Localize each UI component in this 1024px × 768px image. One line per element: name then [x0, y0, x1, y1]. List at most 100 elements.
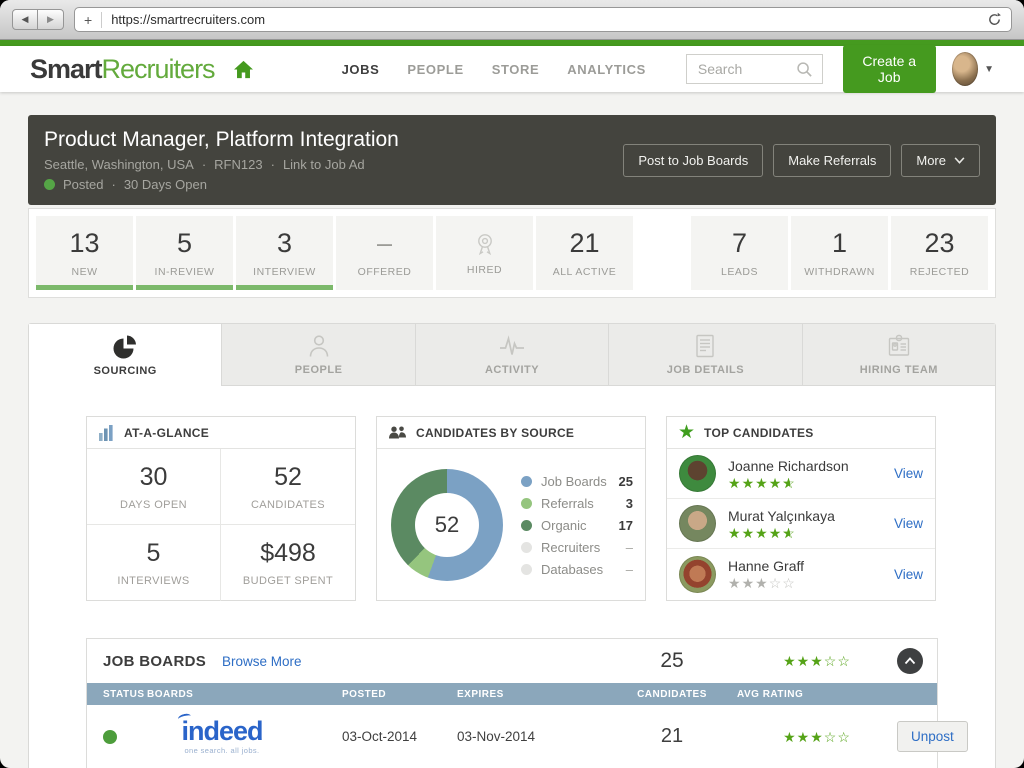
legend-job-boards: Job Boards 25 — [521, 474, 633, 489]
back-button[interactable]: ◀ — [12, 9, 38, 30]
forward-button[interactable]: ▶ — [38, 9, 64, 30]
at-a-glance-grid: 30 DAYS OPEN 52 CANDIDATES 5 INTERVIEWS — [87, 449, 355, 601]
candidates-by-source-card: CANDIDATES BY SOURCE 52 Job Boards 25 — [376, 416, 646, 601]
post-to-job-boards-button[interactable]: Post to Job Boards — [623, 144, 763, 177]
user-menu-caret-icon[interactable]: ▼ — [984, 64, 994, 75]
tab-sourcing[interactable]: SOURCING — [29, 324, 222, 386]
legend-recruiters: Recruiters – — [521, 540, 633, 555]
view-candidate-link[interactable]: View — [894, 516, 923, 531]
more-label: More — [916, 153, 946, 168]
legend-value: 25 — [619, 474, 633, 489]
stat-in-review[interactable]: 5 IN-REVIEW — [136, 216, 233, 290]
search-input[interactable] — [696, 60, 796, 78]
activity-pulse-icon — [499, 333, 525, 359]
stat-all-active[interactable]: 21 ALL ACTIVE — [536, 216, 633, 290]
summary-cards-row: AT-A-GLANCE 30 DAYS OPEN 52 CANDIDATES — [86, 416, 938, 601]
job-boards-title: JOB BOARDS — [103, 653, 206, 670]
stat-label: LEADS — [721, 266, 758, 278]
tab-people[interactable]: PEOPLE — [222, 324, 415, 386]
column-status: STATUS — [87, 689, 147, 700]
home-icon[interactable] — [233, 60, 254, 79]
glance-budget-spent: $498 BUDGET SPENT — [221, 525, 355, 601]
candidate-name[interactable]: Murat Yalçınkaya — [728, 508, 835, 524]
indeed-wordmark: indeed — [181, 718, 262, 745]
stat-leads[interactable]: 7 LEADS — [691, 216, 788, 290]
id-badge-icon — [886, 333, 912, 359]
menu-item-people[interactable]: PEOPLE — [407, 62, 463, 77]
job-status-line: Posted · 30 Days Open — [44, 177, 399, 192]
donut-total-value: 52 — [435, 512, 459, 538]
more-button[interactable]: More — [901, 144, 980, 177]
search-box[interactable] — [686, 54, 823, 84]
tab-job-details[interactable]: JOB DETAILS — [609, 324, 802, 386]
separator: · — [111, 177, 115, 192]
legend-name: Organic — [541, 518, 587, 533]
stat-rejected[interactable]: 23 REJECTED — [891, 216, 988, 290]
top-navigation: SmartRecruiters JOBS PEOPLE STORE ANALYT… — [0, 46, 1024, 92]
smartrecruiters-logo[interactable]: SmartRecruiters — [30, 54, 215, 85]
sourcing-tab-content: AT-A-GLANCE 30 DAYS OPEN 52 CANDIDATES — [29, 386, 995, 768]
candidate-avatar[interactable] — [679, 505, 716, 542]
stat-new[interactable]: 13 NEW — [36, 216, 133, 290]
candidate-avatar[interactable] — [679, 556, 716, 593]
make-referrals-button[interactable]: Make Referrals — [773, 144, 891, 177]
candidate-name[interactable]: Joanne Richardson — [728, 458, 849, 474]
candidate-name[interactable]: Hanne Graff — [728, 558, 804, 574]
browse-more-link[interactable]: Browse More — [222, 654, 302, 669]
indeed-logo[interactable]: indeed one search. all jobs. — [147, 718, 297, 755]
source-donut-chart: 52 — [391, 469, 503, 581]
stat-label: OFFERED — [358, 266, 412, 278]
glance-label: BUDGET SPENT — [243, 575, 333, 587]
job-tabs-card: SOURCING PEOPLE ACTIVITY JOB DETAILS HIR… — [28, 323, 996, 768]
stat-interview[interactable]: 3 INTERVIEW — [236, 216, 333, 290]
collapse-button[interactable] — [897, 648, 923, 674]
source-legend: Job Boards 25 Referrals 3 — [521, 474, 633, 577]
menu-item-jobs[interactable]: JOBS — [342, 62, 380, 77]
person-icon — [306, 333, 332, 359]
stat-value: 3 — [277, 228, 292, 259]
job-boards-table-header: STATUS BOARDS POSTED EXPIRES CANDIDATES … — [87, 683, 937, 705]
reload-icon[interactable] — [987, 12, 1002, 27]
candidate-avatar[interactable] — [679, 455, 716, 492]
create-a-job-button[interactable]: Create a Job — [843, 45, 936, 93]
tab-activity[interactable]: ACTIVITY — [416, 324, 609, 386]
browser-nav-buttons: ◀ ▶ — [12, 9, 64, 30]
stat-hired[interactable]: HIRED — [436, 216, 533, 290]
column-avg-rating: AVG RATING — [737, 689, 897, 700]
medal-icon — [472, 230, 498, 257]
glance-value: $498 — [260, 539, 316, 568]
job-ad-link[interactable]: Link to Job Ad — [283, 157, 365, 172]
stat-label: WITHDRAWN — [804, 266, 875, 278]
unpost-button[interactable]: Unpost — [897, 721, 968, 752]
new-tab-button[interactable]: + — [84, 12, 102, 28]
address-bar[interactable]: + https://smartrecruiters.com — [74, 7, 1012, 32]
main-menu: JOBS PEOPLE STORE ANALYTICS — [342, 62, 646, 77]
url-text[interactable]: https://smartrecruiters.com — [111, 12, 987, 27]
bar-chart-icon — [98, 424, 115, 441]
stat-label: NEW — [72, 266, 98, 278]
glance-value: 5 — [147, 539, 161, 568]
menu-item-store[interactable]: STORE — [492, 62, 540, 77]
top-candidates-card: ★ TOP CANDIDATES Joanne Richardson ★★★★☆… — [666, 416, 936, 601]
stat-label: REJECTED — [910, 266, 969, 278]
table-row: indeed one search. all jobs. 03-Oct-2014… — [87, 705, 937, 768]
view-candidate-link[interactable]: View — [894, 567, 923, 582]
card-title: CANDIDATES BY SOURCE — [416, 426, 574, 440]
stat-offered[interactable]: – OFFERED — [336, 216, 433, 290]
collapse-area — [897, 648, 937, 674]
at-a-glance-card: AT-A-GLANCE 30 DAYS OPEN 52 CANDIDATES — [86, 416, 356, 601]
tab-hiring-team[interactable]: HIRING TEAM — [803, 324, 995, 386]
stat-label: ALL ACTIVE — [553, 266, 617, 278]
menu-item-analytics[interactable]: ANALYTICS — [567, 62, 646, 77]
user-avatar[interactable] — [952, 52, 979, 86]
candidate-rating-stars: ★★★☆☆ — [728, 576, 804, 590]
job-location: Seattle, Washington, USA — [44, 157, 194, 172]
legend-dot — [521, 564, 532, 575]
glance-label: INTERVIEWS — [117, 575, 189, 587]
pipeline-stats: 13 NEW 5 IN-REVIEW 3 INTERVIEW – OFFERED… — [28, 208, 996, 298]
view-candidate-link[interactable]: View — [894, 466, 923, 481]
legend-value: – — [626, 562, 633, 577]
job-boards-avg-rating-stars: ★★★☆☆ — [737, 654, 897, 668]
stat-withdrawn[interactable]: 1 WITHDRAWN — [791, 216, 888, 290]
stat-value: 1 — [832, 228, 847, 259]
